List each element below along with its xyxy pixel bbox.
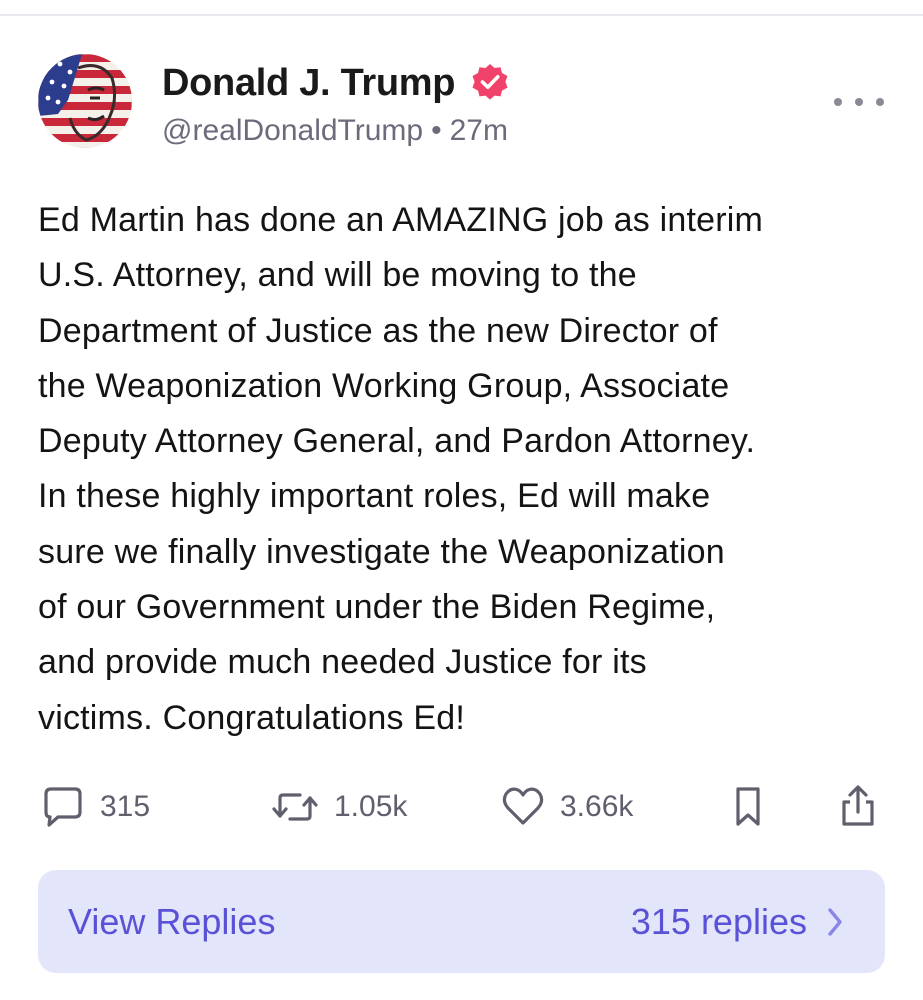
view-replies-label: View Replies	[68, 901, 276, 942]
more-options-icon-dot	[876, 98, 884, 106]
more-options-icon-dot	[855, 98, 863, 106]
author-avatar[interactable]	[38, 54, 132, 148]
flag-face-avatar-image	[38, 54, 132, 148]
reply-button[interactable]: 315	[40, 784, 150, 830]
bookmark-icon	[736, 787, 760, 826]
like-button[interactable]: 3.66k	[500, 784, 633, 830]
more-options-button[interactable]	[834, 84, 884, 120]
comment-icon	[44, 787, 82, 827]
reply-count: 315	[100, 790, 151, 823]
author-handle-line: @realDonaldTrump • 27m	[162, 112, 508, 150]
post-page: Donald J. Trump @realDonaldTrump • 27m Ed …	[0, 0, 923, 1000]
more-options-icon-dot	[834, 98, 842, 106]
share-icon	[842, 785, 874, 826]
post-time[interactable]: 27m	[450, 114, 508, 147]
bookmark-button[interactable]	[728, 784, 768, 830]
author-handle[interactable]: @realDonaldTrump	[162, 114, 423, 147]
meta-separator: •	[431, 114, 442, 147]
view-replies-button[interactable]: View Replies 315 replies	[38, 870, 885, 973]
repost-button[interactable]: 1.05k	[270, 784, 407, 830]
post-body-text: Ed Martin has done an AMAZING job as int…	[38, 201, 764, 737]
verified-badge-icon	[472, 64, 508, 100]
top-divider	[0, 14, 923, 16]
share-button[interactable]	[836, 784, 880, 830]
post-actions-bar: 315 1.05k 3.66k	[0, 784, 923, 830]
like-count: 3.66k	[560, 790, 634, 823]
chevron-right-icon	[828, 908, 842, 936]
repost-icon	[272, 793, 318, 821]
heart-icon	[502, 787, 544, 825]
author-display-name[interactable]: Donald J. Trump	[162, 60, 456, 106]
replies-count-label: 315 replies	[630, 901, 807, 942]
repost-count: 1.05k	[334, 790, 408, 823]
